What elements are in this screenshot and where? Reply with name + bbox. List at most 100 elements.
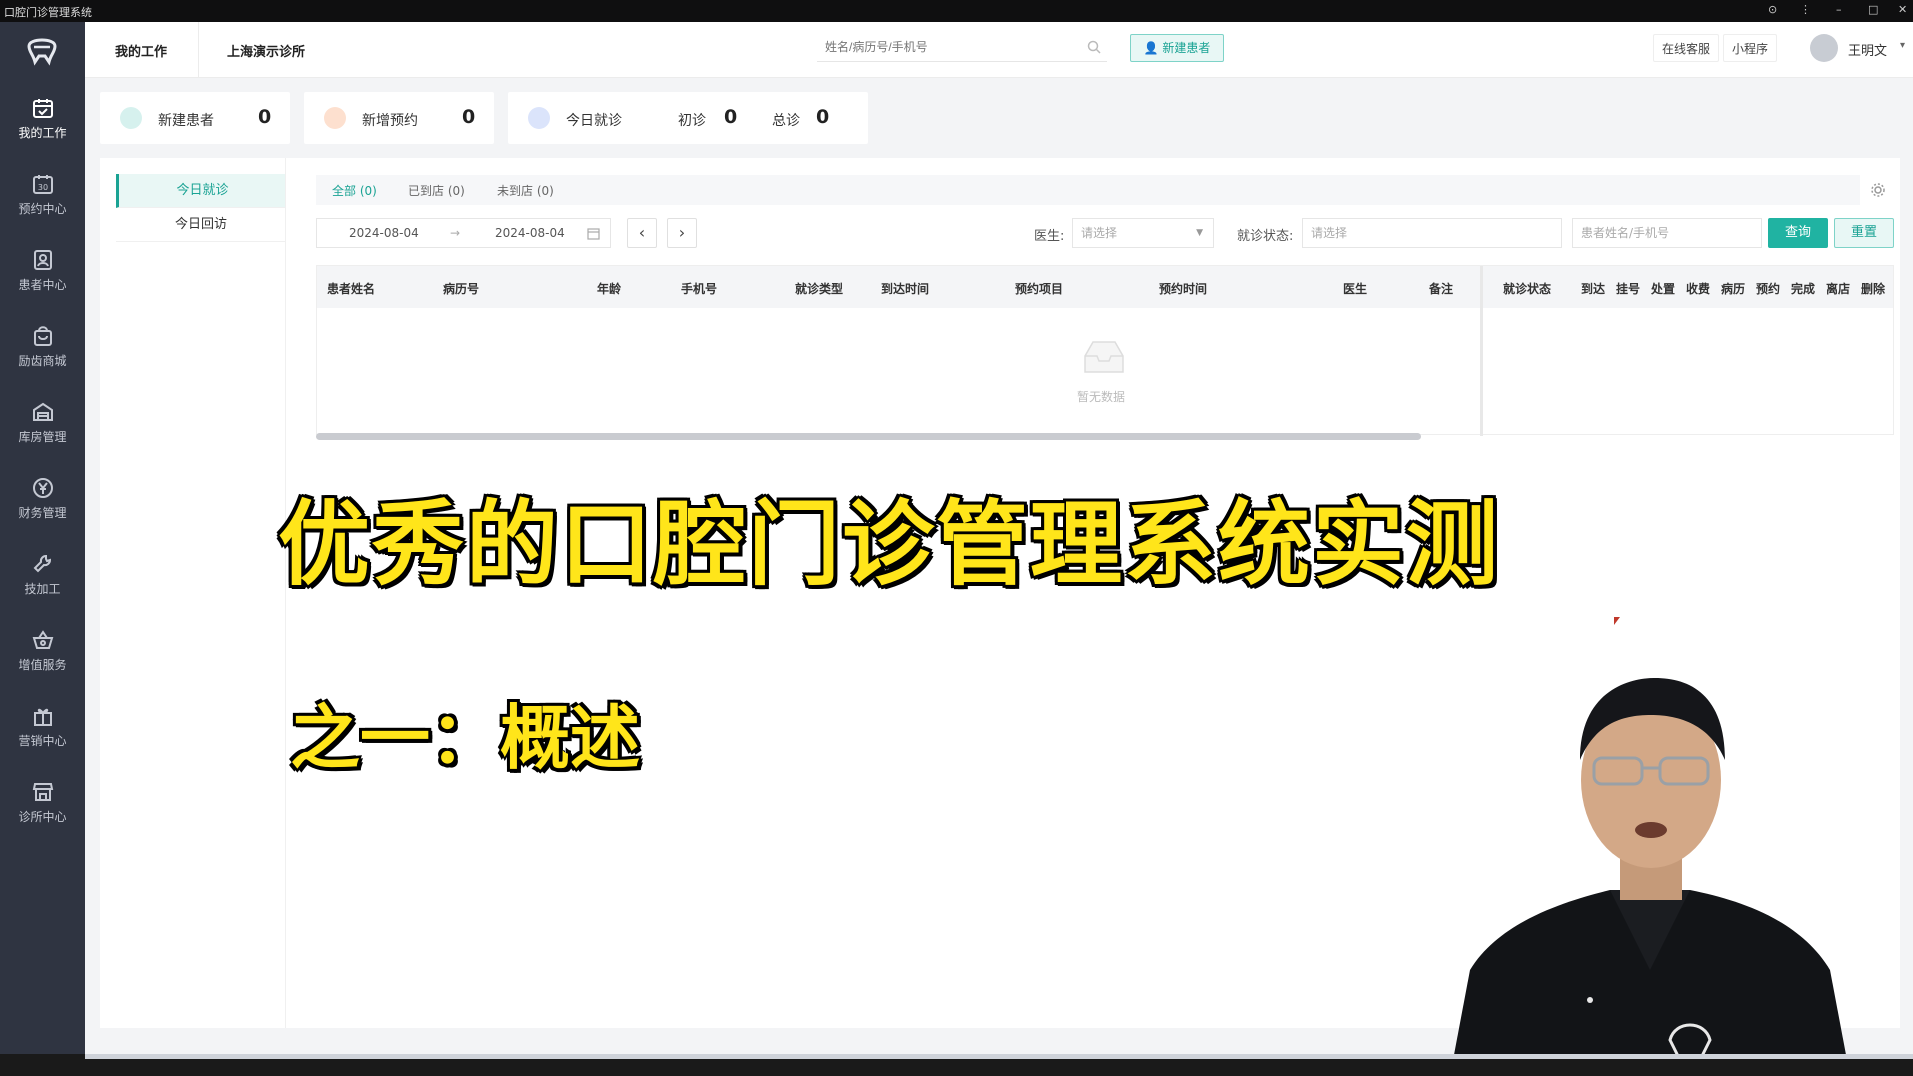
tab-all[interactable]: 全部 (0) — [332, 182, 377, 199]
sidebar-item-value-added[interactable]: 增值服务 — [0, 620, 85, 686]
prev-day-button[interactable]: ‹ — [627, 218, 657, 248]
empty-inbox-icon — [1084, 341, 1124, 373]
svg-text:30: 30 — [37, 183, 47, 192]
stat-card-new-patient[interactable]: 新建患者 0 — [100, 92, 290, 144]
top-header: 我的工作 上海演示诊所 👤 新建患者 在线客服 小程序 王明文 ▾ — [85, 22, 1913, 78]
horizontal-scrollbar[interactable] — [316, 433, 1421, 440]
total-visit-label: 总诊 — [772, 113, 800, 129]
new-patient-button[interactable]: 👤 新建患者 — [1130, 34, 1224, 62]
gear-icon[interactable] — [1870, 182, 1886, 198]
table-header: 患者姓名 病历号 年龄 手机号 就诊类型 到达时间 预约项目 预约时间 医生 备… — [317, 266, 1893, 308]
patient-search — [817, 34, 1107, 62]
pin-icon[interactable]: ⊙ — [1768, 3, 1777, 16]
stat-card-today-visit[interactable]: 今日就诊 初诊 0 总诊 0 — [508, 92, 868, 144]
sidebar-item-label: 我的工作 — [18, 126, 67, 140]
tab-clinic-name[interactable]: 上海演示诊所 — [227, 41, 305, 60]
tab-arrived[interactable]: 已到店 (0) — [408, 182, 465, 199]
query-button[interactable]: 查询 — [1768, 218, 1828, 248]
chevron-down-icon[interactable]: ▾ — [1900, 40, 1905, 51]
column-header: 手机号 — [681, 282, 718, 296]
column-header: 完成 — [1791, 282, 1816, 296]
more-icon[interactable]: ⋮ — [1800, 3, 1811, 16]
visit-status-value: 请选择 — [1311, 226, 1348, 240]
column-header: 到达时间 — [881, 282, 930, 296]
sidebar-item-clinic-center[interactable]: 诊所中心 — [0, 772, 85, 838]
stat-card-new-appointment[interactable]: 新增预约 0 — [304, 92, 494, 144]
patient-keyword-input[interactable]: 患者姓名/手机号 — [1572, 218, 1762, 248]
first-visit-label: 初诊 — [678, 113, 706, 129]
avatar[interactable] — [1810, 34, 1838, 62]
gift-icon — [33, 708, 52, 726]
column-header: 预约 — [1756, 282, 1781, 296]
column-header: 患者姓名 — [327, 282, 376, 296]
calendar-icon — [528, 107, 550, 129]
fixed-column-divider — [1480, 266, 1483, 436]
yen-coin-icon — [32, 478, 53, 498]
column-header: 处置 — [1651, 282, 1676, 296]
tab-not-arrived[interactable]: 未到店 (0) — [497, 182, 554, 199]
close-icon[interactable]: ✕ — [1898, 3, 1907, 16]
date-range-picker[interactable]: 2024-08-04 → 2024-08-04 — [316, 218, 611, 248]
chevron-down-icon: ▼ — [1196, 228, 1203, 238]
visit-status-select[interactable]: 请选择 — [1302, 218, 1562, 248]
sidebar-item-label: 技加工 — [24, 582, 61, 596]
subnav-today-followup[interactable]: 今日回访 — [116, 208, 286, 242]
stat-label: 新增预约 — [362, 113, 418, 129]
date-separator: → — [450, 226, 461, 240]
column-header: 挂号 — [1616, 282, 1641, 296]
column-header: 离店 — [1826, 282, 1851, 296]
tab-my-work[interactable]: 我的工作 — [115, 41, 167, 60]
add-user-icon: 👤 — [1143, 41, 1159, 55]
sidebar-item-marketing[interactable]: 营销中心 — [0, 696, 85, 762]
subnav-today-visit[interactable]: 今日就诊 — [116, 174, 286, 208]
sidebar-item-label: 患者中心 — [18, 278, 67, 292]
sidebar-item-label: 财务管理 — [18, 506, 67, 520]
sidebar-item-finance[interactable]: 财务管理 — [0, 468, 85, 534]
search-input[interactable] — [817, 34, 1067, 60]
column-header: 年龄 — [597, 282, 622, 296]
column-header: 医生 — [1343, 282, 1368, 296]
sidebar-item-my-work[interactable]: 我的工作 — [0, 88, 85, 154]
column-header: 病历号 — [443, 282, 480, 296]
warehouse-icon — [32, 402, 53, 421]
online-service-button[interactable]: 在线客服 — [1653, 34, 1720, 62]
doctor-select[interactable]: 请选择 ▼ — [1072, 218, 1214, 248]
sidebar-item-appointment-center[interactable]: 30 预约中心 — [0, 164, 85, 230]
sidebar-item-patient-center[interactable]: 患者中心 — [0, 240, 85, 306]
stat-label: 今日就诊 — [566, 113, 622, 129]
minimize-icon[interactable]: – — [1836, 3, 1842, 16]
user-icon — [120, 107, 142, 129]
sidebar-item-label: 预约中心 — [18, 202, 67, 216]
sidebar-item-lab[interactable]: 技加工 — [0, 544, 85, 610]
column-header: 就诊状态 — [1503, 282, 1552, 296]
sidebar-item-mall[interactable]: 励齿商城 — [0, 316, 85, 382]
sidebar-item-label: 库房管理 — [18, 430, 67, 444]
sidebar-item-label: 营销中心 — [18, 734, 67, 748]
visit-status-label: 就诊状态: — [1237, 229, 1294, 244]
username[interactable]: 王明文 — [1848, 40, 1887, 59]
window-title: 口腔门诊管理系统 — [4, 6, 92, 19]
next-day-button[interactable]: › — [667, 218, 697, 248]
date-end: 2024-08-04 — [495, 226, 565, 240]
reset-button[interactable]: 重置 — [1834, 218, 1894, 248]
empty-state-text: 暂无数据 — [1077, 390, 1126, 404]
video-subtitle: 之一：概述 — [290, 697, 640, 779]
sidebar: 我的工作 30 预约中心 患者中心 励齿商城 库房管理 财务管理 技加工 增值服… — [0, 22, 85, 1054]
search-icon[interactable] — [1087, 40, 1101, 54]
chevron-left-icon: ‹ — [638, 223, 646, 242]
doctor-label: 医生: — [1034, 229, 1065, 244]
column-header: 病历 — [1721, 282, 1746, 296]
mini-program-button[interactable]: 小程序 — [1723, 34, 1778, 62]
maximize-icon[interactable]: □ — [1868, 3, 1878, 16]
visit-table: 患者姓名 病历号 年龄 手机号 就诊类型 到达时间 预约项目 预约时间 医生 备… — [316, 265, 1894, 436]
calendar-icon — [587, 228, 600, 240]
sidebar-item-label: 增值服务 — [18, 658, 67, 672]
column-header: 预约时间 — [1159, 282, 1208, 296]
stat-value: 0 — [258, 106, 272, 128]
calendar-30-icon: 30 — [32, 175, 53, 194]
doctor-select-value: 请选择 — [1081, 226, 1118, 240]
appointment-icon — [324, 107, 346, 129]
tooth-logo-icon — [27, 38, 57, 66]
mouse-cursor-icon — [1614, 617, 1620, 625]
sidebar-item-warehouse[interactable]: 库房管理 — [0, 392, 85, 458]
